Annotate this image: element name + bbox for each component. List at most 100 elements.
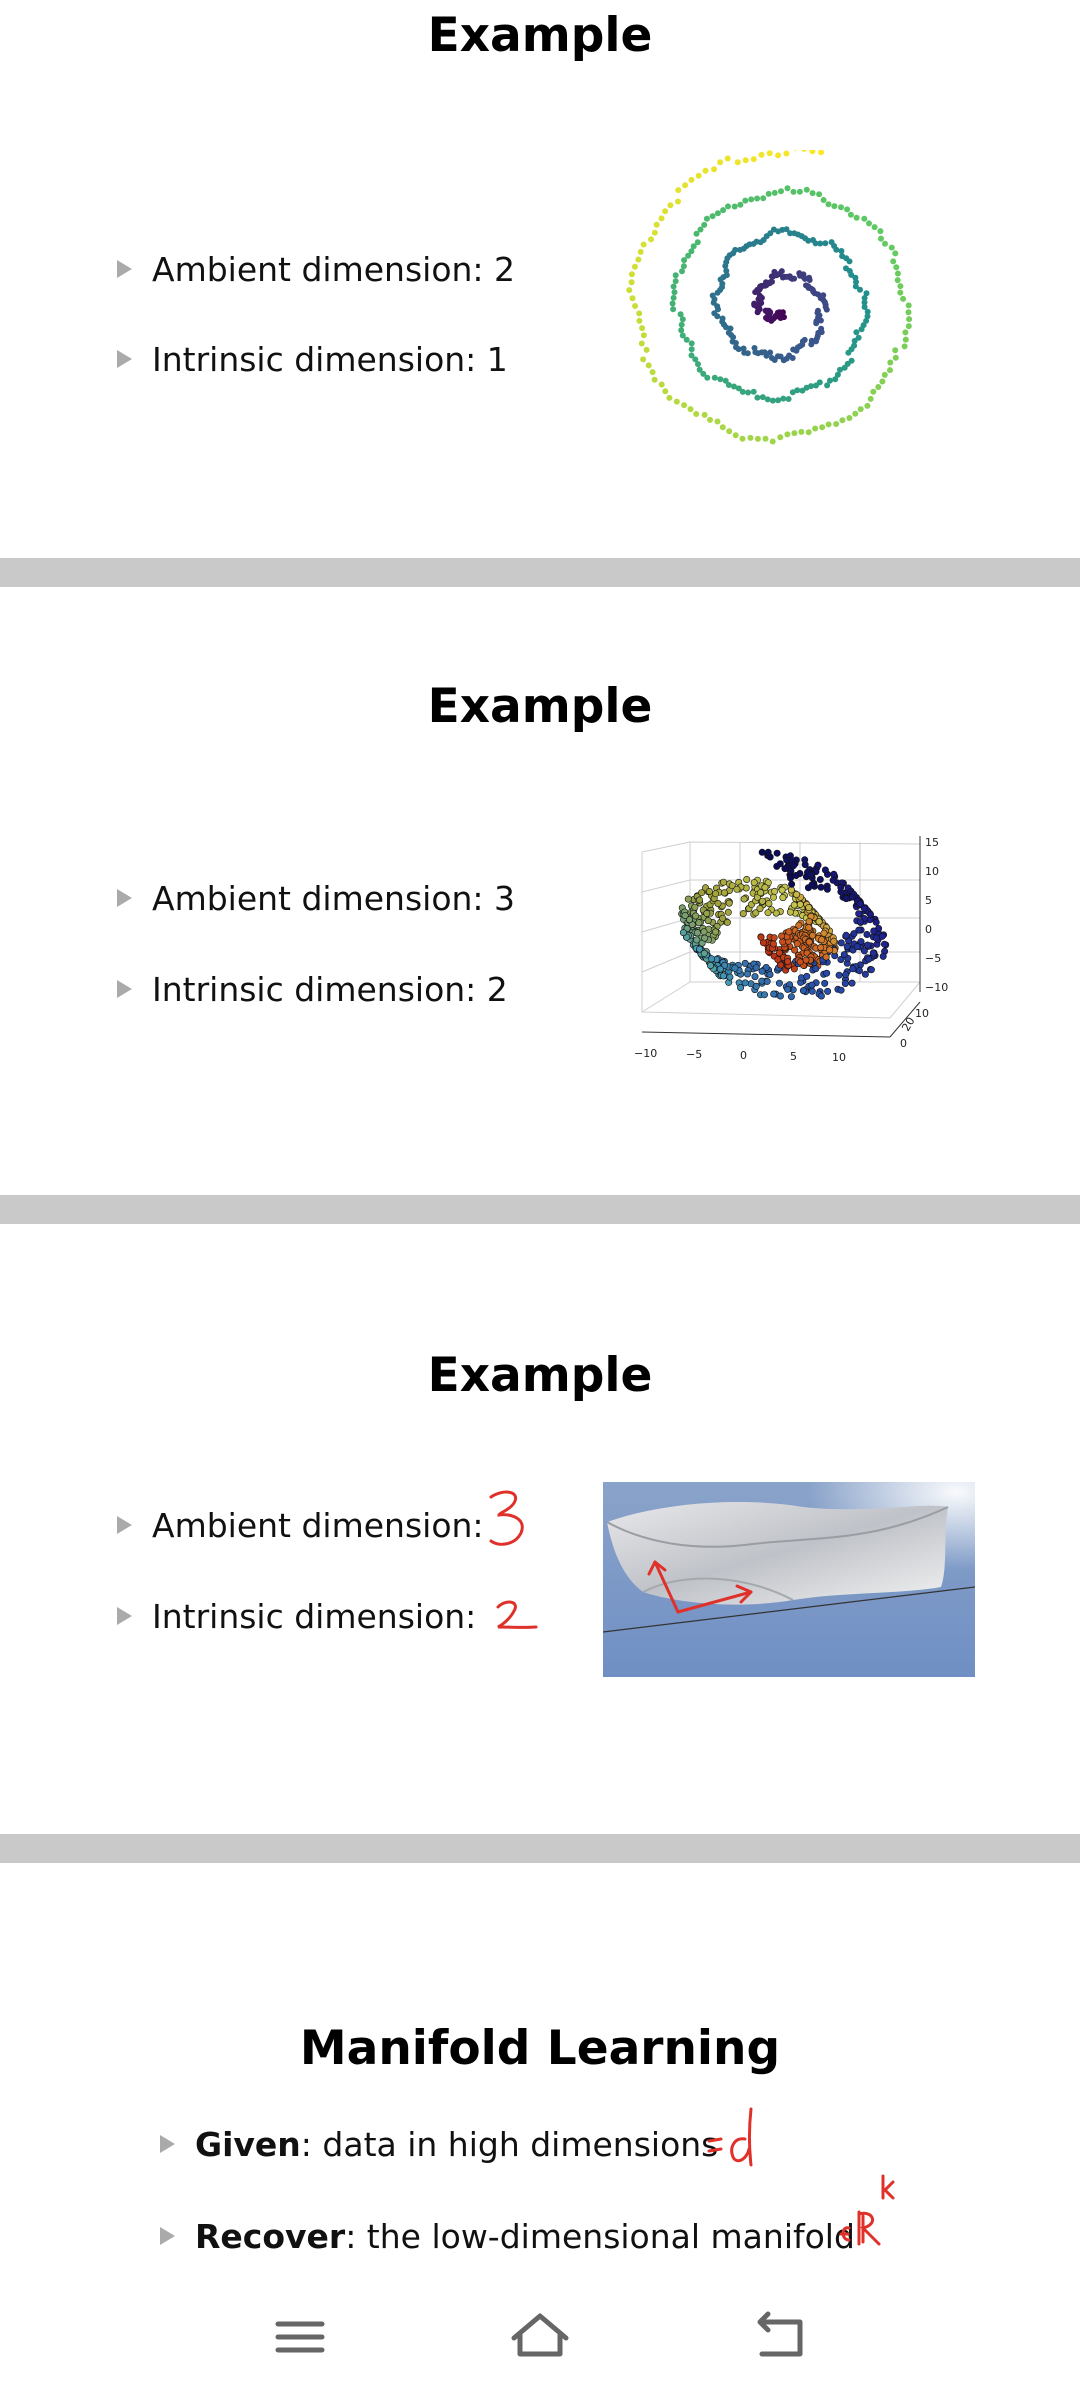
spiral-point <box>853 329 860 336</box>
x-tick-label: 10 <box>832 1051 846 1064</box>
spiral-point <box>897 289 904 296</box>
swiss-roll-point <box>778 886 786 894</box>
swiss-roll-point <box>818 936 826 944</box>
swiss-roll-point <box>726 973 734 981</box>
spiral-point <box>832 376 839 383</box>
spiral-point <box>905 323 912 330</box>
spiral-point <box>892 347 899 354</box>
spiral-point <box>879 378 886 385</box>
spiral-point <box>717 159 724 166</box>
spiral-point <box>801 150 807 152</box>
swiss-roll-point <box>740 895 748 903</box>
spiral-point <box>905 302 912 309</box>
spiral-point <box>791 275 798 282</box>
swiss-roll-point <box>724 908 732 916</box>
swiss-roll-point <box>779 894 787 902</box>
spiral-point <box>818 150 825 156</box>
spiral-point <box>714 418 721 425</box>
swiss-roll-point <box>842 971 850 979</box>
spiral-point <box>680 263 687 270</box>
spiral-point <box>846 258 853 265</box>
spiral-point <box>711 166 717 173</box>
spiral-point <box>789 389 796 396</box>
spiral-point <box>666 394 673 401</box>
swiss-roll-point <box>770 893 778 901</box>
swiss-roll-point <box>731 964 739 972</box>
spiral-point <box>902 329 909 336</box>
spiral-point <box>762 307 769 314</box>
swiss-roll-point <box>841 980 849 988</box>
y-tick-label: 10 <box>915 1007 929 1020</box>
spiral-point <box>894 277 901 284</box>
spiral-point <box>675 187 682 194</box>
swiss-roll-point <box>705 887 713 895</box>
spiral-point <box>783 150 790 157</box>
back-button[interactable] <box>740 2302 820 2372</box>
swiss-roll-point <box>775 949 783 957</box>
spiral-point <box>750 388 757 395</box>
swiss-roll-point <box>679 929 687 937</box>
spiral-point <box>754 195 761 202</box>
spiral-point <box>833 421 840 427</box>
spiral-point <box>766 150 773 157</box>
spiral-point <box>798 428 805 435</box>
spiral-point <box>806 277 813 283</box>
y-tick-label: 0 <box>900 1037 907 1050</box>
swiss-roll-3d-scatter: −10 −5 0 5 10 15 10 5 0 −5 −10 10 20 0 <box>634 836 948 1064</box>
spiral-point <box>887 359 894 366</box>
swiss-roll-point <box>808 987 816 995</box>
menu-button[interactable] <box>260 2302 340 2372</box>
spiral-point <box>628 279 635 286</box>
spiral-point <box>670 294 677 301</box>
spiral-point <box>822 240 829 247</box>
spiral-point <box>734 159 741 166</box>
home-button[interactable] <box>500 2302 580 2372</box>
spiral-point <box>667 202 674 209</box>
bullet-marker-icon <box>117 979 132 998</box>
spiral-point <box>640 332 647 339</box>
swiss-roll-point <box>796 958 804 966</box>
spiral-point <box>809 190 816 197</box>
swiss-roll-point <box>691 903 699 911</box>
spiral-point <box>762 435 769 442</box>
spiral-point <box>758 151 765 158</box>
spiral-point <box>808 341 815 348</box>
spiral-point <box>717 376 724 383</box>
swiss-roll-point <box>822 953 830 961</box>
swiss-roll-point <box>821 979 829 987</box>
swiss-roll-point <box>752 964 760 972</box>
spiral-point <box>780 395 787 402</box>
spiral-point <box>796 188 803 195</box>
spiral-point <box>701 221 708 228</box>
z-tick-label: 5 <box>925 894 932 907</box>
swiss-roll-point <box>807 871 815 879</box>
x-tick-label: 0 <box>740 1049 747 1062</box>
spiral-point <box>759 394 766 401</box>
spiral-point <box>825 421 832 428</box>
swiss-roll-point <box>840 951 848 959</box>
z-tick-label: 10 <box>925 865 939 878</box>
swiss-roll-point <box>879 952 887 960</box>
swiss-roll-point <box>855 910 863 918</box>
spiral-point <box>696 366 703 373</box>
spiral-point <box>785 396 792 402</box>
swiss-roll-point <box>880 940 888 948</box>
swiss-roll-point <box>743 875 751 883</box>
spiral-point <box>805 429 812 436</box>
swiss-roll-point <box>776 992 784 1000</box>
swiss-roll-point <box>817 992 825 1000</box>
swiss-roll-point <box>843 943 851 951</box>
swiss-roll-point <box>770 990 778 998</box>
swiss-roll-point <box>786 908 794 916</box>
spiral-point <box>677 311 684 318</box>
spiral-point <box>636 317 643 324</box>
swiss-roll-point <box>777 961 785 969</box>
swiss-roll-point <box>860 947 868 955</box>
spiral-point <box>820 197 827 203</box>
spiral-point <box>651 229 658 236</box>
swiss-roll-point <box>805 938 813 946</box>
spiral-point <box>658 381 665 388</box>
spiral-point <box>769 278 775 285</box>
spiral-point <box>731 203 738 210</box>
x-tick-label: −5 <box>686 1048 702 1061</box>
